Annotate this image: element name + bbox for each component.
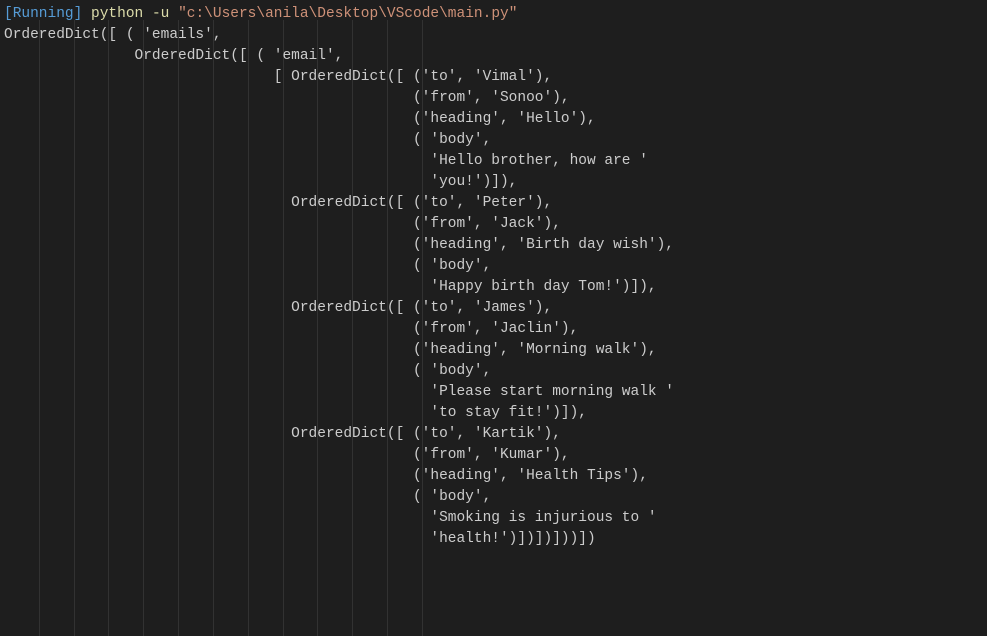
terminal-output[interactable]: [Running] python -u "c:\Users\anila\Desk… — [4, 4, 987, 550]
status-badge: [Running] — [4, 6, 82, 22]
output-line: ( 'body', — [4, 130, 987, 151]
output-line: 'Hello brother, how are ' — [4, 151, 987, 172]
output-line: OrderedDict([ ('to', 'James'), — [4, 298, 987, 319]
output-line: ( 'body', — [4, 256, 987, 277]
output-line: ('from', 'Sonoo'), — [4, 88, 987, 109]
output-line: 'health!')])])]))]) — [4, 529, 987, 550]
output-line: 'to stay fit!')]), — [4, 403, 987, 424]
output-line: ('heading', 'Hello'), — [4, 109, 987, 130]
output-line: ('from', 'Jaclin'), — [4, 319, 987, 340]
output-line: 'Smoking is injurious to ' — [4, 508, 987, 529]
output-line: 'you!')]), — [4, 172, 987, 193]
python-output: OrderedDict([ ( 'emails', OrderedDict([ … — [4, 25, 987, 550]
output-line: 'Please start morning walk ' — [4, 382, 987, 403]
output-line: ('heading', 'Morning walk'), — [4, 340, 987, 361]
output-line: ( 'body', — [4, 361, 987, 382]
command-path: "c:\Users\anila\Desktop\VScode\main.py" — [178, 6, 517, 22]
output-line: ('heading', 'Birth day wish'), — [4, 235, 987, 256]
output-line: ( 'body', — [4, 487, 987, 508]
output-line: OrderedDict([ ('to', 'Kartik'), — [4, 424, 987, 445]
output-line: [ OrderedDict([ ('to', 'Vimal'), — [4, 67, 987, 88]
output-line: OrderedDict([ ('to', 'Peter'), — [4, 193, 987, 214]
output-line: OrderedDict([ ( 'email', — [4, 46, 987, 67]
command-line: [Running] python -u "c:\Users\anila\Desk… — [4, 4, 987, 25]
output-line: ('from', 'Jack'), — [4, 214, 987, 235]
output-line: ('from', 'Kumar'), — [4, 445, 987, 466]
output-line: OrderedDict([ ( 'emails', — [4, 25, 987, 46]
command-interpreter: python -u — [91, 6, 169, 22]
output-line: 'Happy birth day Tom!')]), — [4, 277, 987, 298]
output-line: ('heading', 'Health Tips'), — [4, 466, 987, 487]
